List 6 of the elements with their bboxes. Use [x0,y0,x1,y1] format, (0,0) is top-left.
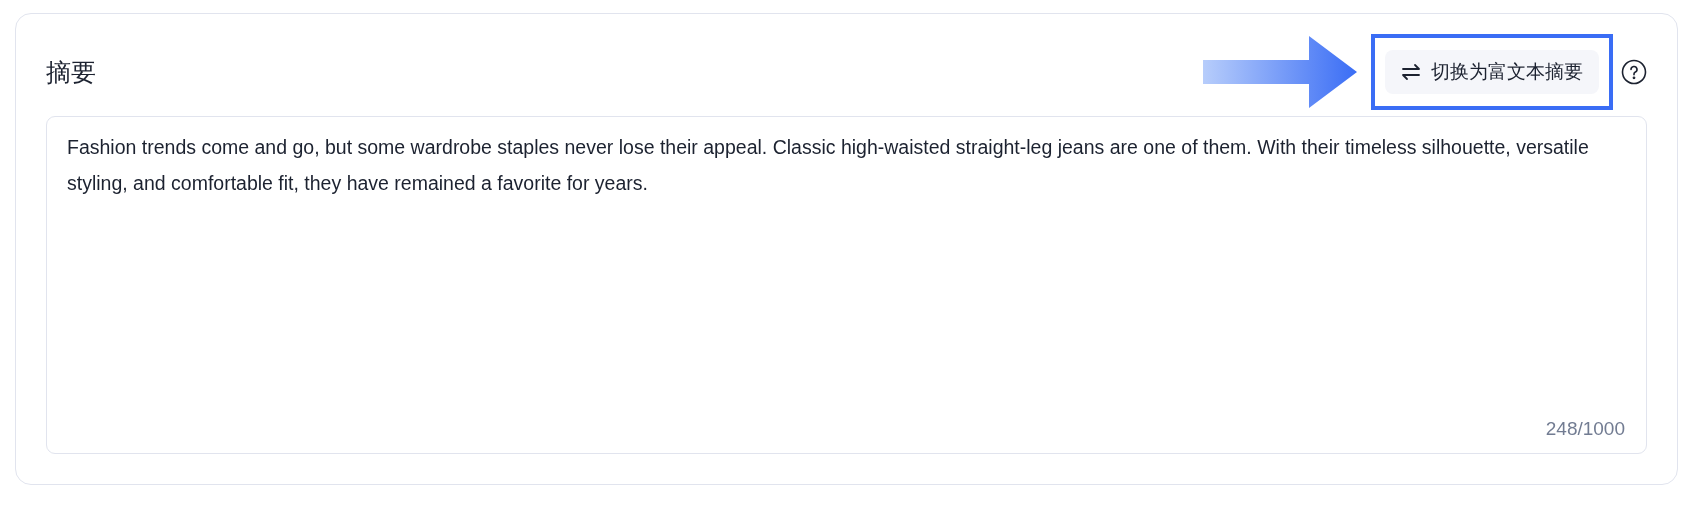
swap-icon [1401,63,1421,81]
character-counter: 248/1000 [1545,418,1625,440]
switch-rich-text-button[interactable]: 切换为富文本摘要 [1385,50,1599,94]
help-icon[interactable] [1621,59,1647,85]
section-title: 摘要 [46,56,96,89]
arrow-icon [1203,36,1357,108]
